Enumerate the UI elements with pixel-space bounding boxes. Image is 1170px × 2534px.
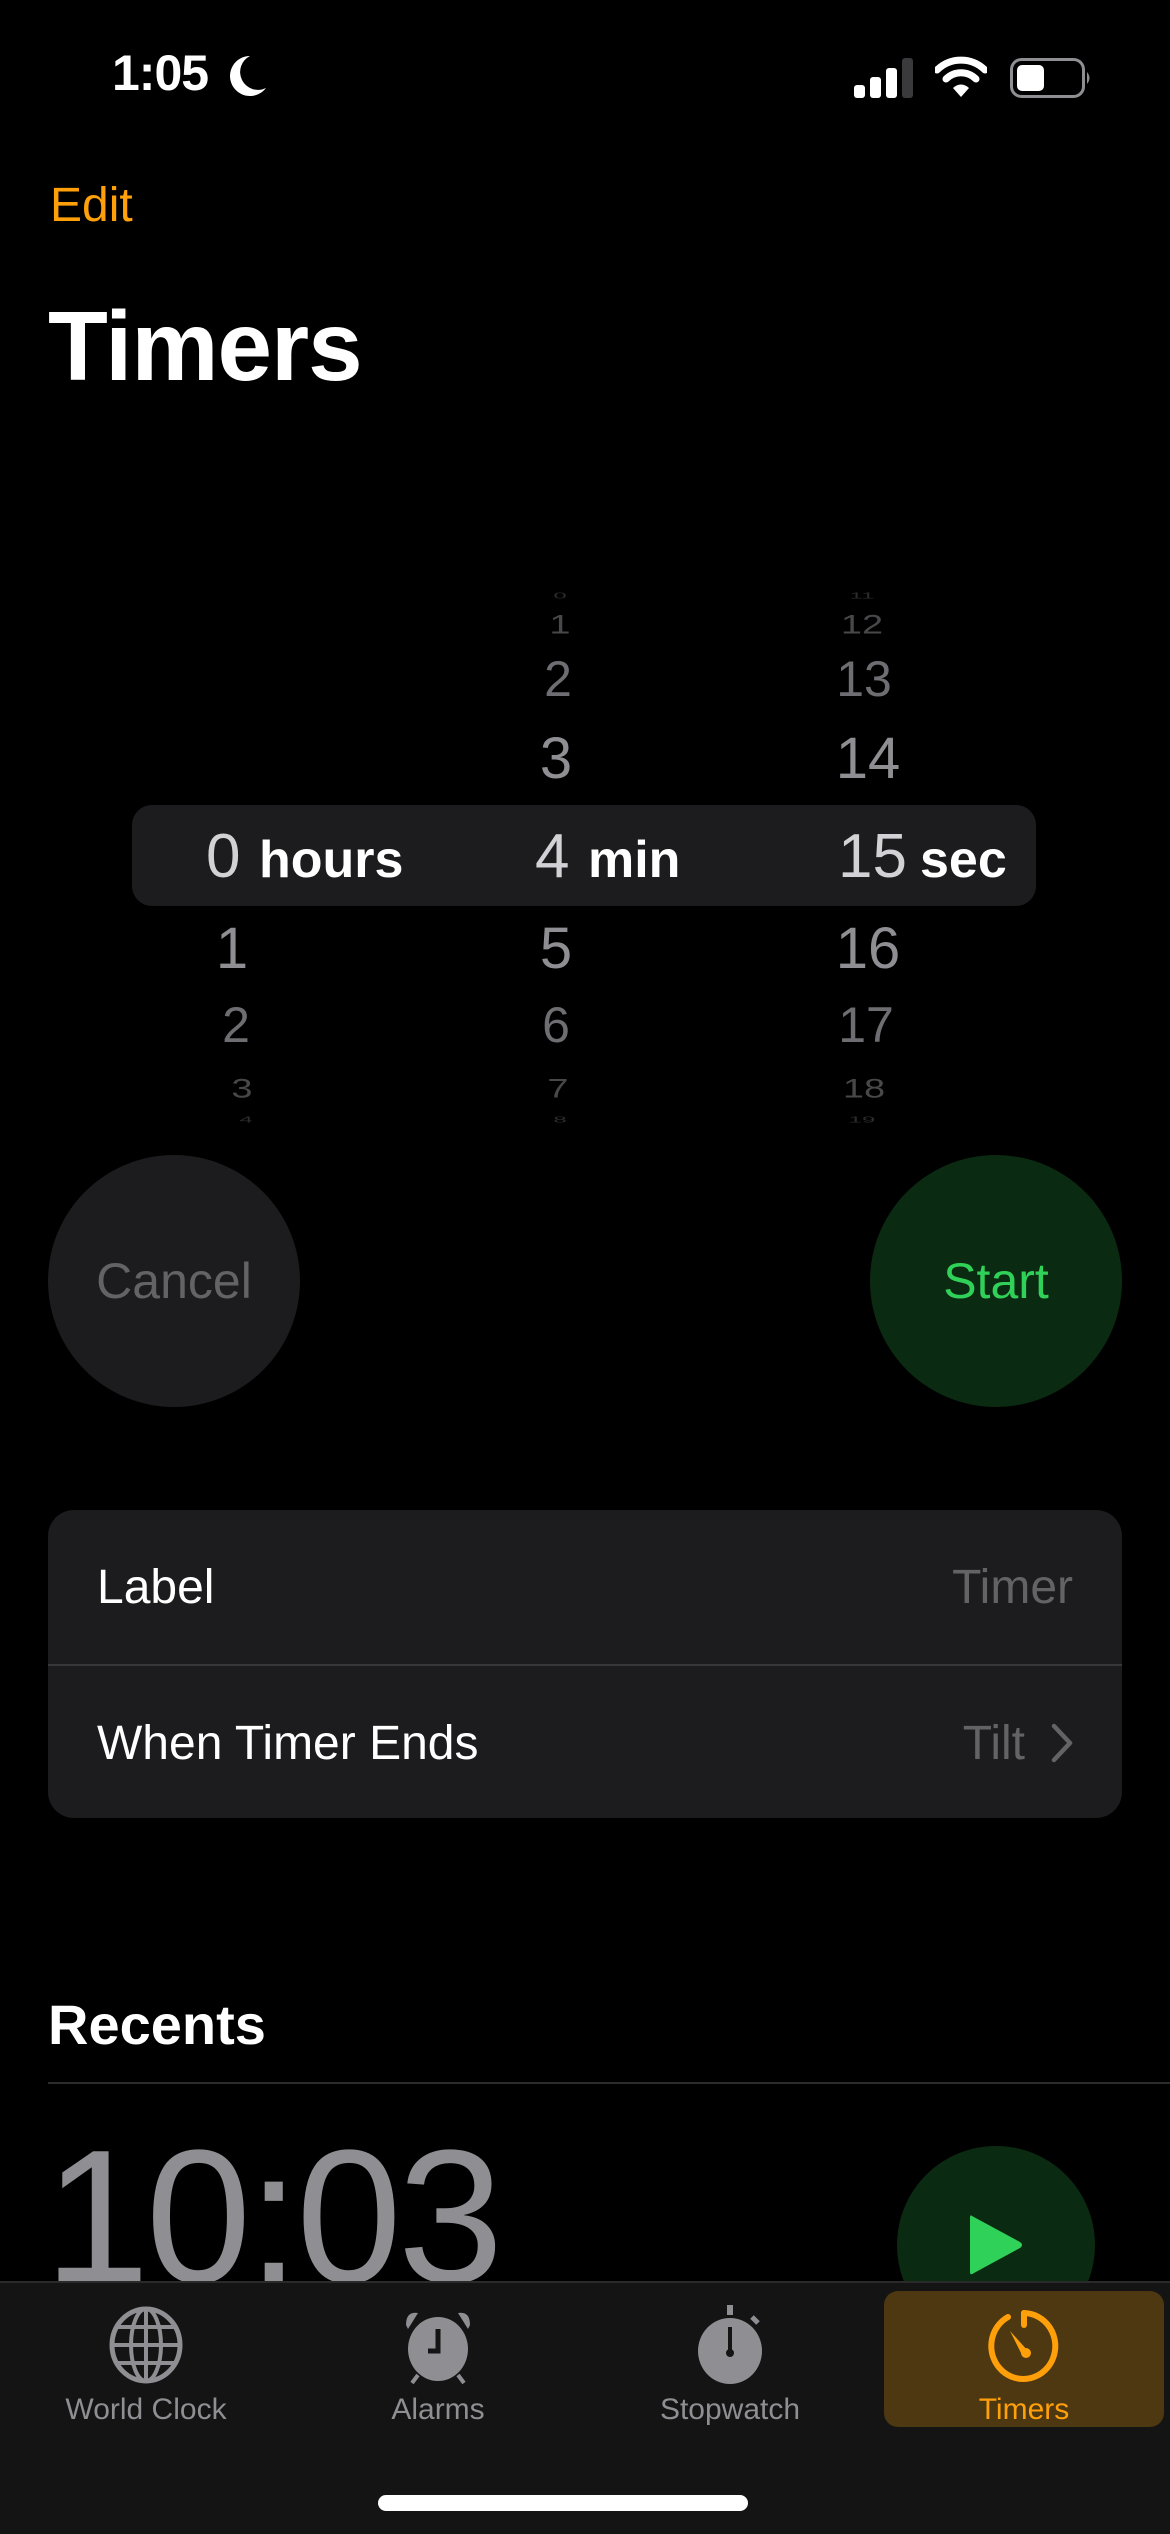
- picker-minutes-unit: min: [588, 831, 681, 889]
- picker-minutes-option[interactable]: 1: [500, 612, 620, 639]
- moon-icon: [230, 56, 266, 96]
- status-time: 1:05: [112, 45, 209, 101]
- picker-minutes-option[interactable]: 8: [500, 1116, 620, 1124]
- stopwatch-icon: [698, 2305, 762, 2384]
- play-icon: [970, 2215, 1022, 2275]
- recents-heading: Recents: [48, 1993, 266, 2056]
- picker-minutes-option[interactable]: 2: [498, 654, 618, 704]
- picker-minutes-option[interactable]: 7: [498, 1076, 618, 1103]
- tab-alarms[interactable]: Alarms: [298, 2291, 578, 2427]
- picker-minutes-option[interactable]: 0: [500, 592, 620, 600]
- picker-hours-option[interactable]: 1: [172, 920, 292, 978]
- page-title: Timers: [48, 291, 363, 401]
- recents-divider: [48, 2082, 1170, 2084]
- picker-seconds-option[interactable]: 14: [808, 730, 928, 788]
- start-button-label: Start: [943, 1253, 1049, 1309]
- wifi-icon: [935, 56, 987, 97]
- picker-minutes-option[interactable]: 6: [496, 1000, 616, 1050]
- picker-minutes-selected[interactable]: 4: [535, 826, 569, 888]
- picker-hours-option[interactable]: 3: [182, 1076, 302, 1103]
- battery-icon: [1010, 58, 1090, 98]
- tab-bar: World Clock Alarms Stopwatch Timers: [0, 2281, 1170, 2534]
- tab-label: Stopwatch: [659, 2393, 801, 2426]
- when-timer-ends-value: Tilt: [962, 1716, 1025, 1770]
- edit-button[interactable]: Edit: [50, 178, 133, 233]
- when-timer-ends-row[interactable]: When Timer Ends Tilt: [48, 1666, 1122, 1818]
- picker-seconds-option[interactable]: 12: [802, 612, 922, 639]
- tab-stopwatch[interactable]: Stopwatch: [590, 2291, 870, 2427]
- signal-icon: [854, 58, 913, 98]
- start-button[interactable]: Start: [870, 1155, 1122, 1407]
- tab-label: World Clock: [65, 2393, 227, 2426]
- picker-hours-selected[interactable]: 0: [206, 826, 240, 888]
- picker-minutes-option[interactable]: 5: [496, 920, 616, 978]
- cancel-button[interactable]: Cancel: [48, 1155, 300, 1407]
- cancel-button-label: Cancel: [96, 1253, 252, 1309]
- timer-icon: [988, 2310, 1059, 2382]
- when-timer-ends-title: When Timer Ends: [97, 1716, 479, 1770]
- globe-icon: [109, 2306, 183, 2384]
- picker-seconds-option[interactable]: 19: [802, 1116, 922, 1124]
- home-indicator[interactable]: [378, 2495, 748, 2511]
- timer-settings-group: Label Timer When Timer Ends Tilt: [48, 1510, 1122, 1818]
- alarm-clock-icon: [406, 2312, 470, 2385]
- picker-seconds-selected[interactable]: 15: [838, 826, 907, 888]
- tab-label: Alarms: [391, 2393, 485, 2426]
- picker-seconds-option[interactable]: 13: [804, 654, 924, 704]
- tab-world-clock[interactable]: World Clock: [6, 2291, 286, 2427]
- label-input[interactable]: Timer: [952, 1560, 1073, 1615]
- when-timer-ends-value-wrap: Tilt: [963, 1716, 1073, 1771]
- label-row[interactable]: Label Timer: [48, 1510, 1122, 1664]
- label-row-title: Label: [97, 1560, 215, 1614]
- tab-label: Timers: [978, 2393, 1070, 2426]
- picker-minutes-option[interactable]: 3: [496, 730, 616, 788]
- chevron-right-icon: [1051, 1723, 1073, 1763]
- picker-seconds-option[interactable]: 18: [804, 1076, 924, 1103]
- picker-hours-option[interactable]: 4: [186, 1116, 306, 1124]
- picker-seconds-option[interactable]: 17: [806, 1000, 926, 1050]
- picker-seconds-option[interactable]: 16: [808, 920, 928, 978]
- picker-seconds-unit: sec: [920, 831, 1007, 889]
- tab-timers[interactable]: Timers: [884, 2291, 1164, 2427]
- picker-hours-option[interactable]: 2: [176, 1000, 296, 1050]
- picker-hours-unit: hours: [259, 831, 404, 889]
- picker-seconds-option[interactable]: 11: [802, 592, 922, 600]
